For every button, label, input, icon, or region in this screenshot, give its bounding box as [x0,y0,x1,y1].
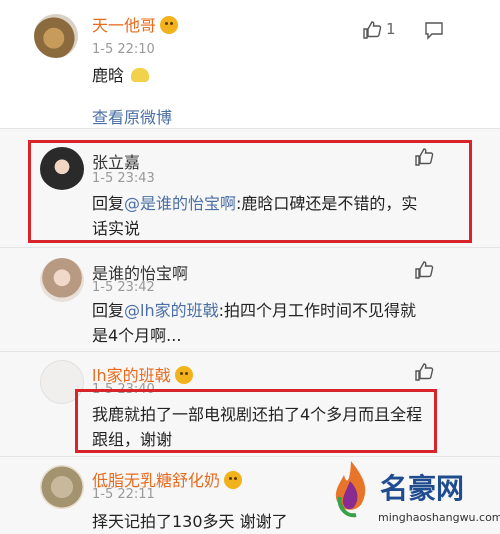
comment-author[interactable]: 天一他哥 [92,12,179,36]
watermark-url: minghaoshangwu.com [378,511,500,524]
comment-text: 回复@lh家的班戟:拍四个月工作时间不见得就是4个月啊... [92,301,417,345]
like-count: 1 [386,20,396,38]
comment-text: 择天记拍了130多天 谢谢了 [92,512,288,531]
avatar[interactable] [40,258,84,302]
highlight-box [75,389,437,453]
watermark: 名豪网 minghaoshangwu.com [328,455,500,531]
thumbs-up-icon[interactable] [414,362,434,382]
avatar[interactable] [34,14,78,58]
highlight-box [28,140,472,243]
fan-badge-icon [174,366,193,384]
mention-link[interactable]: @lh家的班戟 [124,301,219,320]
flame-logo-icon [335,461,366,518]
fan-badge-icon [160,16,179,34]
thumbs-up-icon[interactable] [362,20,382,40]
comment-3: 是谁的怡宝啊 1-5 23:42 回复@lh家的班戟:拍四个月工作时间不见得就是… [0,248,500,351]
view-original-weibo-link[interactable]: 查看原微博 [92,104,172,128]
thumbs-up-icon[interactable] [414,260,434,280]
duck-emoji-icon [131,68,150,82]
avatar[interactable] [40,465,84,509]
watermark-brand: 名豪网 [380,472,465,505]
fan-badge-icon [224,471,243,489]
reply-icon[interactable] [424,20,444,40]
comment-time: 1-5 22:10 [92,42,155,57]
comment-time: 1-5 22:11 [92,487,155,502]
comment-text: 鹿晗 [92,63,150,88]
comment-1: 天一他哥 1-5 22:10 鹿晗 查看原微博 1 [0,0,500,128]
comment-time: 1-5 23:42 [92,280,155,295]
